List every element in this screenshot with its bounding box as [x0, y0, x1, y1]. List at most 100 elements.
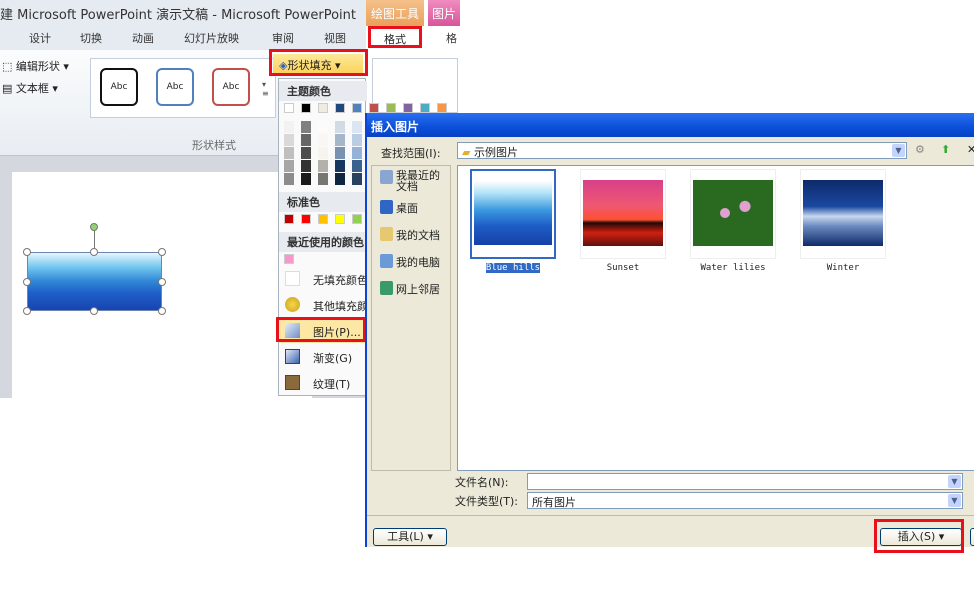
back-icon[interactable]: ⚙	[915, 143, 925, 156]
theme-color-swatch[interactable]	[352, 103, 362, 113]
tab-slideshow[interactable]: 幻灯片放映	[184, 30, 239, 46]
theme-color-shade[interactable]	[284, 160, 294, 172]
chevron-down-icon[interactable]: ▼	[948, 475, 961, 488]
tab-format-picture[interactable]: 格	[446, 30, 457, 46]
file-winter[interactable]	[800, 169, 886, 259]
recent-color-swatch[interactable]	[284, 254, 294, 264]
filetype-select[interactable]: 所有图片 ▼	[527, 492, 963, 509]
palette-icon	[285, 297, 300, 312]
resize-handle[interactable]	[23, 248, 31, 256]
resize-handle[interactable]	[90, 307, 98, 315]
look-in-combo[interactable]: ▰ 示例图片 ▼	[457, 142, 907, 159]
theme-color-shade[interactable]	[301, 134, 311, 146]
theme-color-swatch[interactable]	[437, 103, 447, 113]
standard-color-swatch[interactable]	[301, 214, 311, 224]
theme-color-swatch[interactable]	[335, 103, 345, 113]
menu-item-more-fill-colors[interactable]: 其他填充颜色...	[279, 293, 367, 317]
theme-color-shade[interactable]	[335, 147, 345, 159]
file-name: Water lilies	[700, 263, 766, 273]
file-blue-hills[interactable]	[470, 169, 556, 259]
resize-handle[interactable]	[158, 307, 166, 315]
place-recent[interactable]: 我最近的文档	[380, 170, 450, 192]
theme-color-swatch[interactable]	[403, 103, 413, 113]
theme-color-swatch[interactable]	[301, 103, 311, 113]
insert-picture-dialog: 插入图片 查找范围(I): ▰ 示例图片 ▼ ⚙ ⬆ ✕ 我最近的文档 桌面 我的…	[365, 113, 974, 553]
standard-color-swatch[interactable]	[335, 214, 345, 224]
place-label: 桌面	[396, 202, 418, 215]
theme-color-shade[interactable]	[352, 147, 362, 159]
tab-transitions[interactable]: 切换	[80, 30, 102, 46]
filename-label: 文件名(N):	[455, 476, 509, 489]
delete-icon[interactable]: ✕	[967, 143, 974, 156]
tools-button[interactable]: 工具(L) ▾	[373, 528, 447, 546]
menu-item-texture[interactable]: 纹理(T)	[279, 371, 367, 395]
theme-color-shade[interactable]	[335, 121, 345, 133]
theme-color-shade[interactable]	[335, 134, 345, 146]
theme-color-shade[interactable]	[318, 121, 328, 133]
chevron-down-icon[interactable]: ▼	[948, 494, 961, 507]
theme-color-shade[interactable]	[301, 147, 311, 159]
edit-shape-button[interactable]: ⬚ 编辑形状 ▾	[2, 58, 69, 74]
look-in-label: 查找范围(I):	[381, 147, 441, 160]
cancel-button-partial[interactable]	[970, 528, 974, 546]
menu-item-no-fill[interactable]: 无填充颜色	[279, 267, 367, 291]
theme-color-shade[interactable]	[284, 173, 294, 185]
tab-design[interactable]: 设计	[29, 30, 51, 46]
filename-input[interactable]: ▼	[527, 473, 963, 490]
resize-handle[interactable]	[23, 307, 31, 315]
theme-color-shade[interactable]	[318, 173, 328, 185]
theme-color-swatch[interactable]	[284, 103, 294, 113]
file-water-lilies[interactable]	[690, 169, 776, 259]
tab-format[interactable]: 格式	[368, 26, 422, 48]
theme-color-shade[interactable]	[284, 147, 294, 159]
theme-color-shade[interactable]	[318, 147, 328, 159]
selected-shape-blue-hills[interactable]	[27, 252, 162, 311]
standard-color-swatch[interactable]	[318, 214, 328, 224]
style-blue[interactable]: Abc	[156, 68, 194, 106]
theme-color-shade[interactable]	[352, 134, 362, 146]
menu-item-gradient[interactable]: 渐变(G)	[279, 345, 367, 369]
resize-handle[interactable]	[158, 278, 166, 286]
theme-color-shade[interactable]	[318, 134, 328, 146]
theme-color-shade[interactable]	[352, 121, 362, 133]
rotate-handle[interactable]	[90, 223, 98, 231]
resize-handle[interactable]	[90, 248, 98, 256]
file-name: Winter	[826, 263, 860, 273]
theme-color-swatch[interactable]	[318, 103, 328, 113]
gallery-more-icon[interactable]: ▾ ≡	[262, 80, 269, 98]
theme-color-shade[interactable]	[284, 134, 294, 146]
theme-color-shade[interactable]	[301, 173, 311, 185]
edit-shape-icon: ⬚	[2, 60, 16, 73]
place-desktop[interactable]: 桌面	[380, 200, 418, 216]
theme-color-swatch[interactable]	[369, 103, 379, 113]
theme-color-shade[interactable]	[352, 160, 362, 172]
tab-animations[interactable]: 动画	[132, 30, 154, 46]
style-black[interactable]: Abc	[100, 68, 138, 106]
resize-handle[interactable]	[23, 278, 31, 286]
theme-color-shade[interactable]	[352, 173, 362, 185]
up-folder-icon[interactable]: ⬆	[941, 143, 950, 156]
tab-review[interactable]: 审阅	[272, 30, 294, 46]
gradient-icon	[285, 349, 300, 364]
window-title: 建 Microsoft PowerPoint 演示文稿 - Microsoft …	[0, 8, 356, 23]
theme-color-shade[interactable]	[301, 121, 311, 133]
theme-color-shade[interactable]	[318, 160, 328, 172]
resize-handle[interactable]	[158, 248, 166, 256]
places-bar: 我最近的文档 桌面 我的文档 我的电脑 网上邻居	[371, 165, 451, 471]
place-network[interactable]: 网上邻居	[380, 281, 440, 297]
place-my-computer[interactable]: 我的电脑	[380, 254, 440, 270]
chevron-down-icon[interactable]: ▼	[892, 144, 905, 157]
theme-color-swatch[interactable]	[386, 103, 396, 113]
standard-color-swatch[interactable]	[284, 214, 294, 224]
theme-color-swatch[interactable]	[420, 103, 430, 113]
place-my-documents[interactable]: 我的文档	[380, 227, 440, 243]
theme-color-shade[interactable]	[335, 173, 345, 185]
standard-color-swatch[interactable]	[352, 214, 362, 224]
tab-view[interactable]: 视图	[324, 30, 346, 46]
style-red[interactable]: Abc	[212, 68, 250, 106]
theme-color-shade[interactable]	[284, 121, 294, 133]
theme-color-shade[interactable]	[335, 160, 345, 172]
theme-color-shade[interactable]	[301, 160, 311, 172]
file-sunset[interactable]	[580, 169, 666, 259]
text-box-button[interactable]: ▤ 文本框 ▾	[2, 80, 58, 96]
